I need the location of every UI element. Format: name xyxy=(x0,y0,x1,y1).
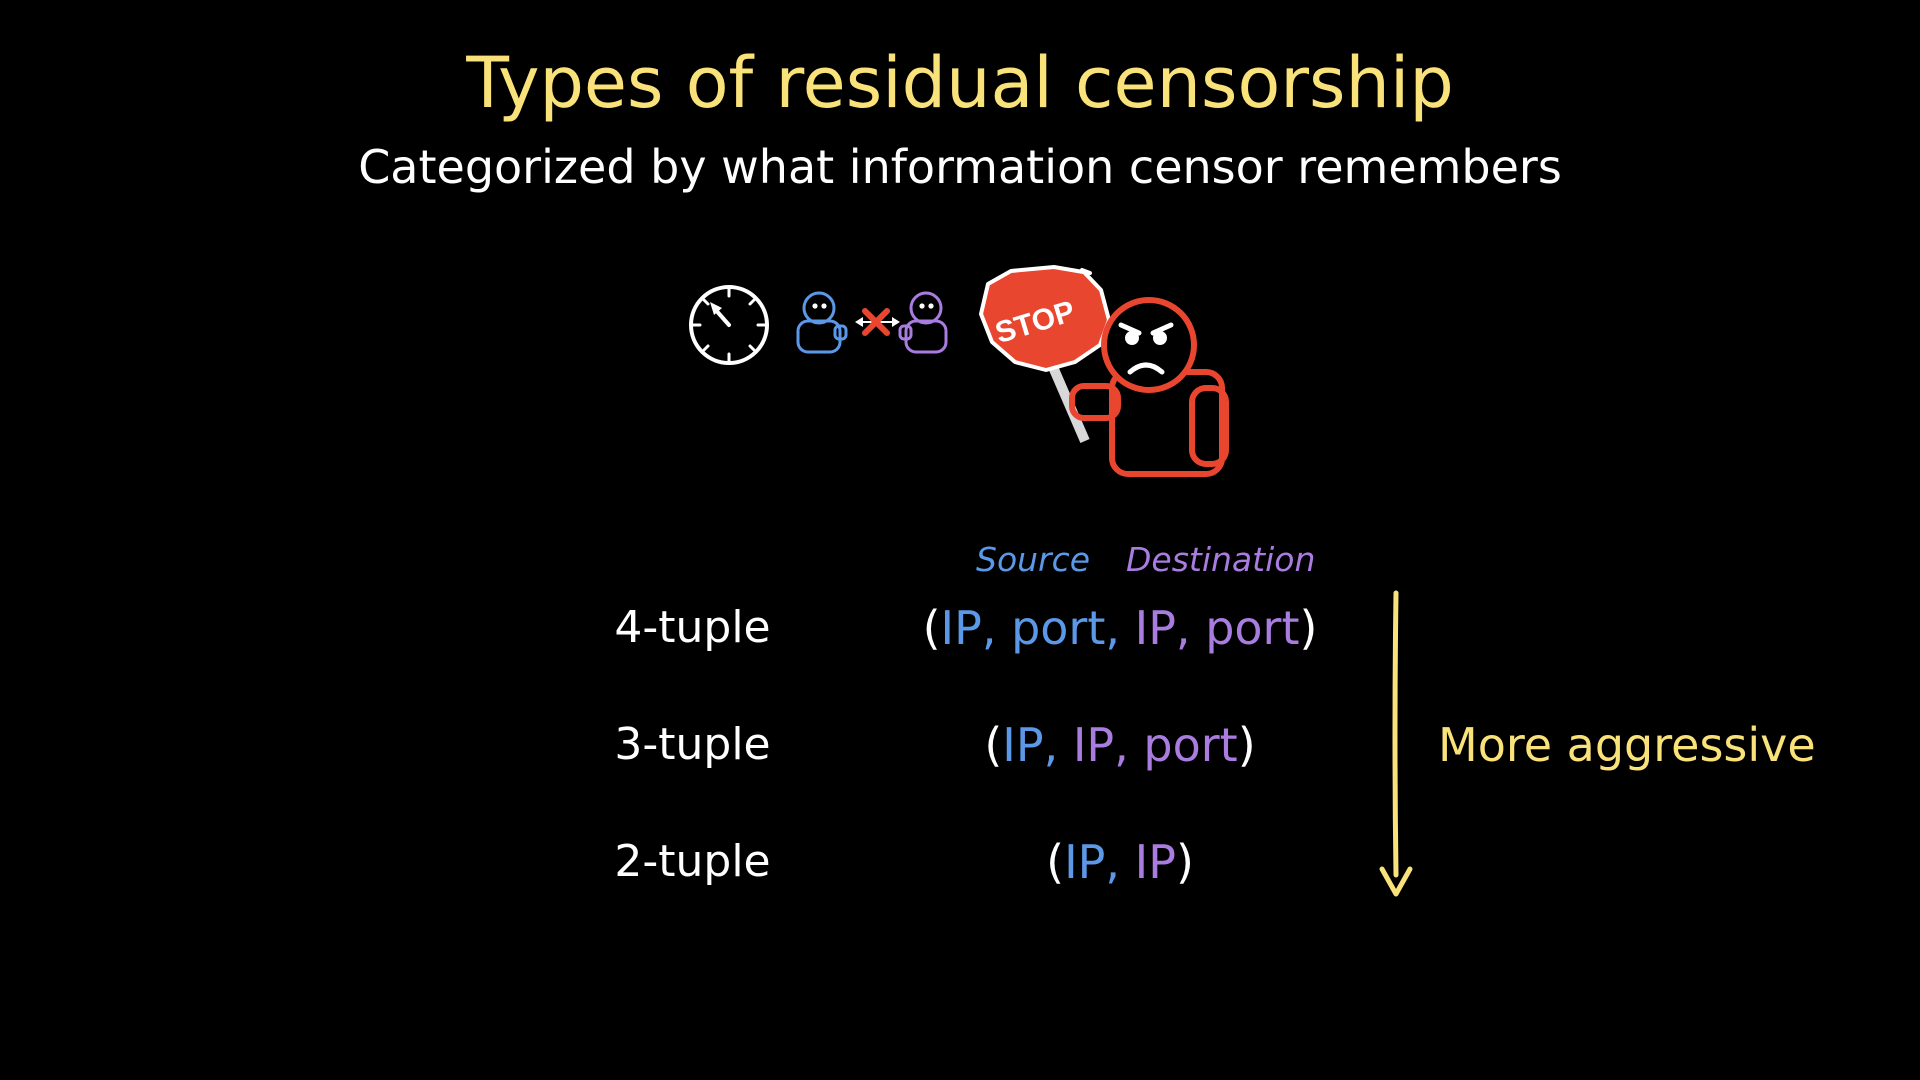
source-header: Source xyxy=(976,540,1091,579)
open-paren: ( xyxy=(922,601,941,655)
destination-header: Destination xyxy=(1126,540,1316,579)
illustration: STOP xyxy=(689,265,1229,477)
destination-ip: IP xyxy=(1134,835,1176,889)
source-ip: IP, xyxy=(940,601,997,655)
close-paren: ) xyxy=(1299,601,1318,655)
source-ip: IP, xyxy=(1002,718,1059,772)
destination-ip: IP, xyxy=(1134,601,1191,655)
tuple-3: (IP, IP, port) xyxy=(870,715,1370,775)
sign-pole xyxy=(1045,358,1090,443)
timer-icon xyxy=(689,285,769,365)
open-paren: ( xyxy=(1046,835,1065,889)
client-eyes xyxy=(812,303,827,309)
stop-sign-icon: STOP xyxy=(979,265,1111,372)
destination-port: port xyxy=(1205,601,1300,655)
slide: Types of residual censorship Categorized… xyxy=(0,0,1920,1080)
trend-label: More aggressive xyxy=(1438,718,1816,772)
client-icon xyxy=(796,291,848,354)
source-port: port, xyxy=(1011,601,1120,655)
source-ip: IP, xyxy=(1064,835,1120,889)
row-label-2-tuple: 2-tuple xyxy=(614,836,771,887)
server-eyes xyxy=(919,303,934,309)
destination-port: port xyxy=(1143,718,1238,772)
close-paren: ) xyxy=(1237,718,1256,772)
destination-ip: IP, xyxy=(1072,718,1129,772)
close-paren: ) xyxy=(1175,835,1194,889)
row-label-4-tuple: 4-tuple xyxy=(614,602,771,653)
down-arrow-icon xyxy=(1379,590,1413,897)
tuple-2: (IP, IP) xyxy=(870,832,1370,892)
row-label-3-tuple: 3-tuple xyxy=(614,719,771,770)
server-icon xyxy=(898,291,948,354)
tuple-4: (IP, port, IP, port) xyxy=(870,598,1370,658)
open-paren: ( xyxy=(984,718,1003,772)
